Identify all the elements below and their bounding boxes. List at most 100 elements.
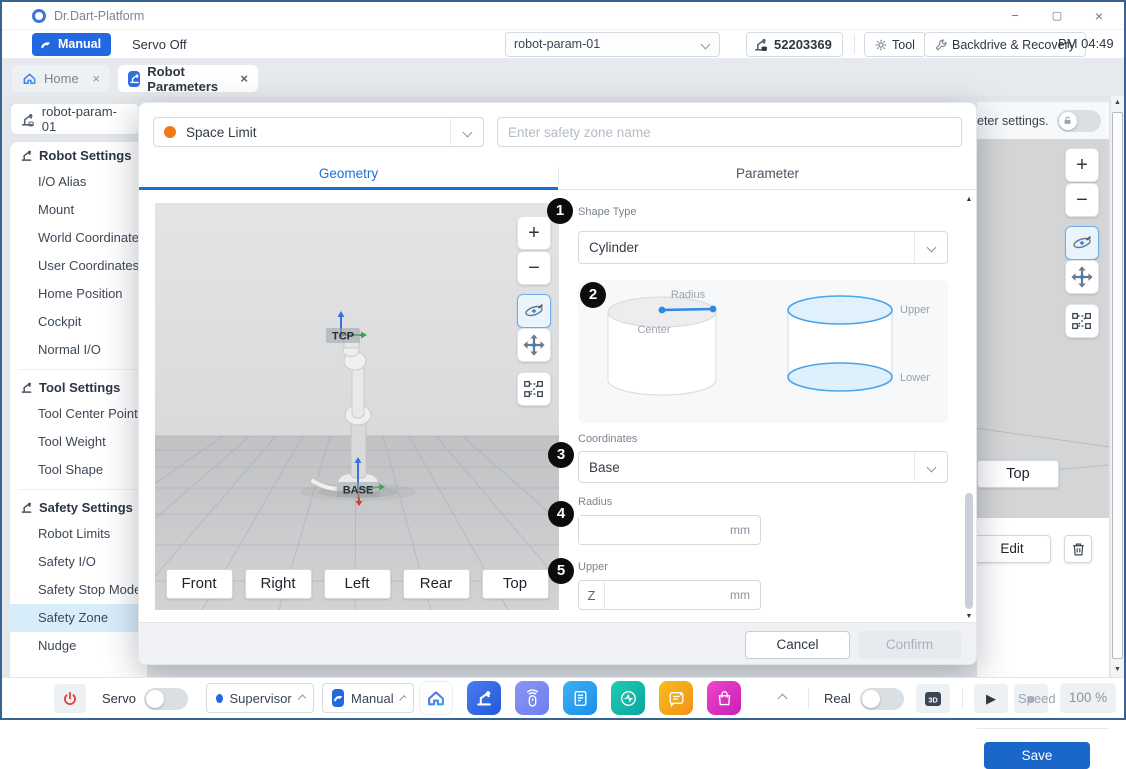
shape-type-select[interactable]: Cylinder xyxy=(578,231,948,264)
play-button[interactable]: ▶ xyxy=(974,684,1008,713)
zone-type-dot-icon xyxy=(164,126,176,138)
top-view-button[interactable]: Top xyxy=(977,460,1059,488)
tab-geometry[interactable]: Geometry xyxy=(139,160,558,190)
divider xyxy=(854,35,855,54)
view-rear-button[interactable]: Rear xyxy=(403,569,470,599)
power-button[interactable] xyxy=(54,684,86,713)
zoom-in-button[interactable]: + xyxy=(517,216,551,250)
divider xyxy=(977,728,1109,729)
sidebar-item-tool-weight[interactable]: Tool Weight xyxy=(10,428,147,456)
dock-robot-parameters-icon[interactable] xyxy=(467,681,501,715)
dock-expand-chevron-icon[interactable] xyxy=(778,693,788,703)
divider xyxy=(558,167,559,184)
pan-button[interactable] xyxy=(1065,260,1099,294)
cancel-button[interactable]: Cancel xyxy=(745,631,850,659)
scroll-up-icon[interactable]: ▲ xyxy=(1111,96,1124,110)
sidebar-item-nudge[interactable]: Nudge xyxy=(10,632,147,660)
view-right-button[interactable]: Right xyxy=(245,569,312,599)
scrollbar-thumb[interactable] xyxy=(965,493,973,609)
dialog-footer: Cancel Confirm xyxy=(139,622,976,664)
orbit-button[interactable] xyxy=(1065,226,1099,260)
sidebar-item-cockpit[interactable]: Cockpit xyxy=(10,308,147,336)
sidebar-item-safety-stop-modes[interactable]: Safety Stop Modes xyxy=(10,576,147,604)
minimize-button[interactable]: − xyxy=(1002,6,1028,26)
dock-monitoring-icon[interactable] xyxy=(611,681,645,715)
measure-button[interactable] xyxy=(1065,304,1099,338)
sidebar-item-home-position[interactable]: Home Position xyxy=(10,280,147,308)
zoom-out-button[interactable]: − xyxy=(517,251,551,285)
zoom-in-button[interactable]: + xyxy=(1065,148,1099,182)
dock-log-icon[interactable] xyxy=(659,681,693,715)
sidebar-item-user-coordinates[interactable]: User Coordinates xyxy=(10,252,147,280)
sidebar-section-tool-settings: Tool Settings xyxy=(10,374,147,400)
dock-jog-icon[interactable] xyxy=(515,681,549,715)
zoom-out-button[interactable]: − xyxy=(1065,183,1099,217)
zone-type-select[interactable]: Space Limit xyxy=(153,117,484,147)
delete-button[interactable] xyxy=(1064,535,1092,563)
scrollbar-thumb[interactable] xyxy=(1112,112,1123,659)
sidebar-header[interactable]: robot-param-01 xyxy=(10,103,140,135)
scroll-down-icon[interactable]: ▼ xyxy=(1111,663,1124,677)
sidebar-item-normal-io[interactable]: Normal I/O xyxy=(10,336,147,364)
measure-icon xyxy=(1070,309,1094,333)
upper-z-input[interactable] xyxy=(605,581,730,609)
view-left-button[interactable]: Left xyxy=(324,569,391,599)
upper-unit: mm xyxy=(730,588,760,602)
orbit-icon xyxy=(522,299,546,323)
diagram-lower-label: Lower xyxy=(900,372,930,384)
dialog-tabs: Geometry Parameter xyxy=(139,160,976,190)
tab-close-icon[interactable]: × xyxy=(92,71,100,86)
tab-robot-parameters[interactable]: Robot Parameters × xyxy=(118,65,258,92)
maximize-button[interactable]: ▢ xyxy=(1044,6,1070,26)
coordinates-select[interactable]: Base xyxy=(578,451,948,483)
manual-mode-icon xyxy=(332,689,344,707)
dock-task-icon[interactable] xyxy=(563,681,597,715)
dialog-scrollbar[interactable]: ▲ ▼ xyxy=(963,194,975,622)
radius-input[interactable] xyxy=(579,516,730,544)
sidebar-item-io-alias[interactable]: I/O Alias xyxy=(10,168,147,196)
view-front-button[interactable]: Front xyxy=(166,569,233,599)
sidebar-item-robot-limits[interactable]: Robot Limits xyxy=(10,520,147,548)
speed-value: 100 % xyxy=(1060,683,1116,713)
tab-parameter[interactable]: Parameter xyxy=(558,160,977,190)
window-scrollbar[interactable]: ▲ ▼ xyxy=(1111,96,1124,677)
sim-3d-button[interactable]: 3D xyxy=(916,684,950,713)
role-select[interactable]: Supervisor xyxy=(206,683,314,713)
sidebar-item-world-coordinates[interactable]: World Coordinates xyxy=(10,224,147,252)
measure-button[interactable] xyxy=(517,372,551,406)
lock-icon xyxy=(1059,112,1077,130)
scroll-up-icon[interactable]: ▲ xyxy=(963,196,975,203)
save-button[interactable]: Save xyxy=(984,742,1090,769)
orbit-button[interactable] xyxy=(517,294,551,328)
view-top-button[interactable]: Top xyxy=(482,569,549,599)
preset-select[interactable]: robot-param-01 xyxy=(505,32,720,57)
sidebar-item-mount[interactable]: Mount xyxy=(10,196,147,224)
z-axis-prefix: Z xyxy=(579,581,605,609)
dock-store-icon[interactable] xyxy=(707,681,741,715)
tool-button[interactable]: Tool xyxy=(864,32,926,57)
chevron-up-icon xyxy=(399,694,406,701)
edit-button[interactable]: Edit xyxy=(973,535,1051,563)
sidebar-item-tool-center-point[interactable]: Tool Center Point xyxy=(10,400,147,428)
upper-label: Upper xyxy=(578,561,608,573)
settings-lock-toggle[interactable] xyxy=(1057,110,1101,132)
pan-button[interactable] xyxy=(517,328,551,362)
mode-select[interactable]: Manual xyxy=(322,683,414,713)
tab-home[interactable]: Home × xyxy=(12,65,110,92)
sidebar-item-safety-zone[interactable]: Safety Zone xyxy=(10,604,147,632)
sidebar-section-robot-settings: Robot Settings xyxy=(10,142,147,168)
manual-mode-button[interactable]: Manual xyxy=(32,33,111,56)
viewport-3d[interactable]: TCP BASE + − xyxy=(155,203,559,610)
dock-home-icon[interactable] xyxy=(419,681,453,715)
zone-name-input[interactable] xyxy=(497,117,962,147)
scroll-down-icon[interactable]: ▼ xyxy=(963,613,975,620)
active-tab-indicator xyxy=(139,187,558,190)
close-button[interactable]: × xyxy=(1086,6,1112,26)
chevron-down-icon xyxy=(926,243,936,253)
badge-4: 4 xyxy=(548,501,574,527)
sidebar-item-tool-shape[interactable]: Tool Shape xyxy=(10,456,147,484)
servo-toggle[interactable] xyxy=(144,688,188,710)
tab-close-icon[interactable]: × xyxy=(240,71,248,86)
sidebar-item-safety-io[interactable]: Safety I/O xyxy=(10,548,147,576)
real-sim-toggle[interactable] xyxy=(860,688,904,710)
